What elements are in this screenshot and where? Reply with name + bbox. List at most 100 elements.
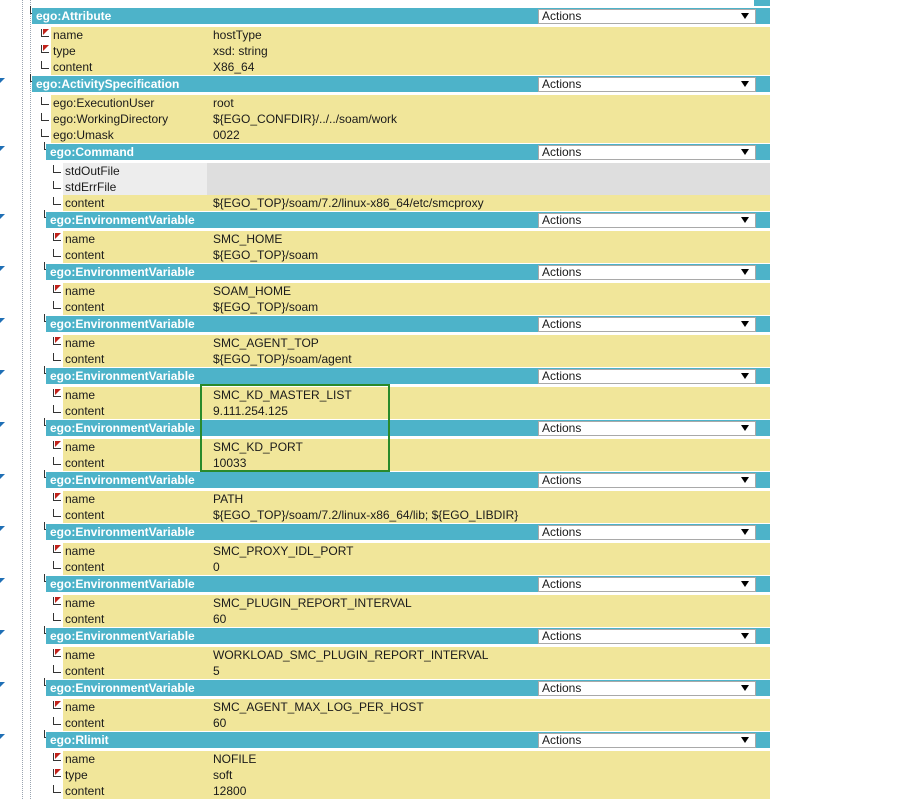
tree-connector-icon <box>41 97 49 105</box>
actions-dropdown[interactable]: Actions <box>538 733 756 748</box>
attribute-name: content <box>63 715 207 731</box>
actions-dropdown[interactable]: Actions <box>538 369 756 384</box>
attribute-value[interactable]: 60 <box>207 715 770 731</box>
chevron-down-icon <box>741 217 749 223</box>
attribute-name: stdOutFile <box>63 163 207 179</box>
actions-dropdown[interactable]: Actions <box>538 317 756 332</box>
attribute-value[interactable]: SMC_PROXY_IDL_PORT <box>207 543 770 559</box>
attribute-value[interactable]: xsd: string <box>207 43 770 59</box>
actions-dropdown[interactable]: Actions <box>538 681 756 696</box>
tree-connector-icon <box>41 113 49 121</box>
attribute-name: name <box>63 751 207 767</box>
attribute-value[interactable]: ${EGO_TOP}/soam/agent <box>207 351 770 367</box>
actions-dropdown[interactable]: Actions <box>538 577 756 592</box>
attribute-name: name <box>63 647 207 663</box>
actions-dropdown[interactable]: Actions <box>538 421 756 436</box>
gutter-marker-icon <box>0 526 5 531</box>
attribute-name: name <box>63 699 207 715</box>
attribute-value[interactable]: 9.111.254.125 <box>207 403 770 419</box>
attribute-value[interactable]: 0022 <box>207 127 770 143</box>
required-marker-icon <box>55 493 61 499</box>
attribute-value[interactable]: SMC_AGENT_MAX_LOG_PER_HOST <box>207 699 770 715</box>
attribute-row: content 60 <box>0 715 770 731</box>
attribute-name: name <box>63 335 207 351</box>
attribute-name: content <box>63 403 207 419</box>
attribute-name: content <box>63 559 207 575</box>
attribute-value[interactable]: SMC_HOME <box>207 231 770 247</box>
actions-dropdown[interactable]: Actions <box>538 9 756 24</box>
attribute-value[interactable]: SMC_KD_PORT <box>207 439 770 455</box>
element-header: ego:ActivitySpecification Actions <box>32 76 770 92</box>
attribute-value[interactable]: ${EGO_CONFDIR}/../../soam/work <box>207 111 770 127</box>
element-header: ego:Attribute Actions <box>32 8 770 24</box>
actions-dropdown-label: Actions <box>542 265 582 279</box>
actions-dropdown[interactable]: Actions <box>538 525 756 540</box>
attribute-value[interactable]: hostType <box>207 27 770 43</box>
element-header: ego:Command Actions <box>46 144 770 160</box>
attribute-name: content <box>63 663 207 679</box>
attribute-value[interactable]: ${EGO_TOP}/soam <box>207 247 770 263</box>
tree-connector-icon <box>53 165 61 173</box>
attribute-value[interactable]: SMC_AGENT_TOP <box>207 335 770 351</box>
attribute-value[interactable]: ${EGO_TOP}/soam/7.2/linux-x86_64/etc/smc… <box>207 195 770 211</box>
actions-dropdown[interactable]: Actions <box>538 213 756 228</box>
attribute-name: ego:Umask <box>51 127 207 143</box>
attribute-value[interactable]: ${EGO_TOP}/soam <box>207 299 770 315</box>
attribute-name: content <box>63 247 207 263</box>
actions-dropdown[interactable]: Actions <box>538 265 756 280</box>
attribute-value[interactable]: NOFILE <box>207 751 770 767</box>
required-marker-icon <box>55 649 61 655</box>
chevron-down-icon <box>741 737 749 743</box>
attribute-value[interactable] <box>207 163 770 179</box>
chevron-down-icon <box>741 633 749 639</box>
gutter-marker-icon <box>0 146 5 151</box>
actions-dropdown-label: Actions <box>542 369 582 383</box>
attribute-value[interactable]: 12800 <box>207 783 770 799</box>
element-header: ego:Rlimit Actions <box>46 732 770 748</box>
tree-connector-icon <box>53 561 61 569</box>
attribute-value[interactable] <box>207 179 770 195</box>
attribute-row: name WORKLOAD_SMC_PLUGIN_REPORT_INTERVAL <box>0 647 770 663</box>
attribute-row: name SMC_AGENT_TOP <box>0 335 770 351</box>
actions-dropdown[interactable]: Actions <box>538 629 756 644</box>
attribute-value[interactable]: SMC_PLUGIN_REPORT_INTERVAL <box>207 595 770 611</box>
attribute-value[interactable]: root <box>207 95 770 111</box>
attribute-value[interactable]: PATH <box>207 491 770 507</box>
actions-dropdown-label: Actions <box>542 317 582 331</box>
attribute-value[interactable]: ${EGO_TOP}/soam/7.2/linux-x86_64/lib; ${… <box>207 507 770 523</box>
attribute-value[interactable]: 60 <box>207 611 770 627</box>
attribute-value[interactable]: soft <box>207 767 770 783</box>
gutter-marker-icon <box>0 734 5 739</box>
attribute-value[interactable]: 5 <box>207 663 770 679</box>
actions-dropdown-label: Actions <box>542 681 582 695</box>
actions-dropdown[interactable]: Actions <box>538 473 756 488</box>
gutter-marker-icon <box>0 682 5 687</box>
attribute-value[interactable]: SOAM_HOME <box>207 283 770 299</box>
element-header-label: ego:EnvironmentVariable <box>50 629 195 643</box>
attribute-row: content ${EGO_TOP}/soam <box>0 247 770 263</box>
attribute-value[interactable]: WORKLOAD_SMC_PLUGIN_REPORT_INTERVAL <box>207 647 770 663</box>
attribute-value[interactable]: 0 <box>207 559 770 575</box>
required-marker-icon <box>55 753 61 759</box>
attribute-row: content ${EGO_TOP}/soam/7.2/linux-x86_64/… <box>0 507 770 523</box>
required-marker-icon <box>55 701 61 707</box>
attribute-row: name SMC_PLUGIN_REPORT_INTERVAL <box>0 595 770 611</box>
attribute-value[interactable]: SMC_KD_MASTER_LIST <box>207 387 770 403</box>
actions-dropdown[interactable]: Actions <box>538 77 756 92</box>
attribute-row: name SMC_KD_MASTER_LIST <box>0 387 770 403</box>
element-header-label: ego:EnvironmentVariable <box>50 681 195 695</box>
chevron-down-icon <box>741 269 749 275</box>
chevron-down-icon <box>741 373 749 379</box>
actions-dropdown-label: Actions <box>542 145 582 159</box>
tree-connector-icon <box>41 129 49 137</box>
actions-dropdown[interactable]: Actions <box>538 145 756 160</box>
tree-connector-icon <box>53 249 61 257</box>
tree-connector-icon <box>53 665 61 673</box>
attribute-row: content 9.111.254.125 <box>0 403 770 419</box>
chevron-down-icon <box>741 477 749 483</box>
attribute-value[interactable]: X86_64 <box>207 59 770 75</box>
attribute-value[interactable]: 10033 <box>207 455 770 471</box>
attribute-row: name SMC_PROXY_IDL_PORT <box>0 543 770 559</box>
actions-dropdown-label: Actions <box>542 473 582 487</box>
attribute-name: name <box>63 439 207 455</box>
